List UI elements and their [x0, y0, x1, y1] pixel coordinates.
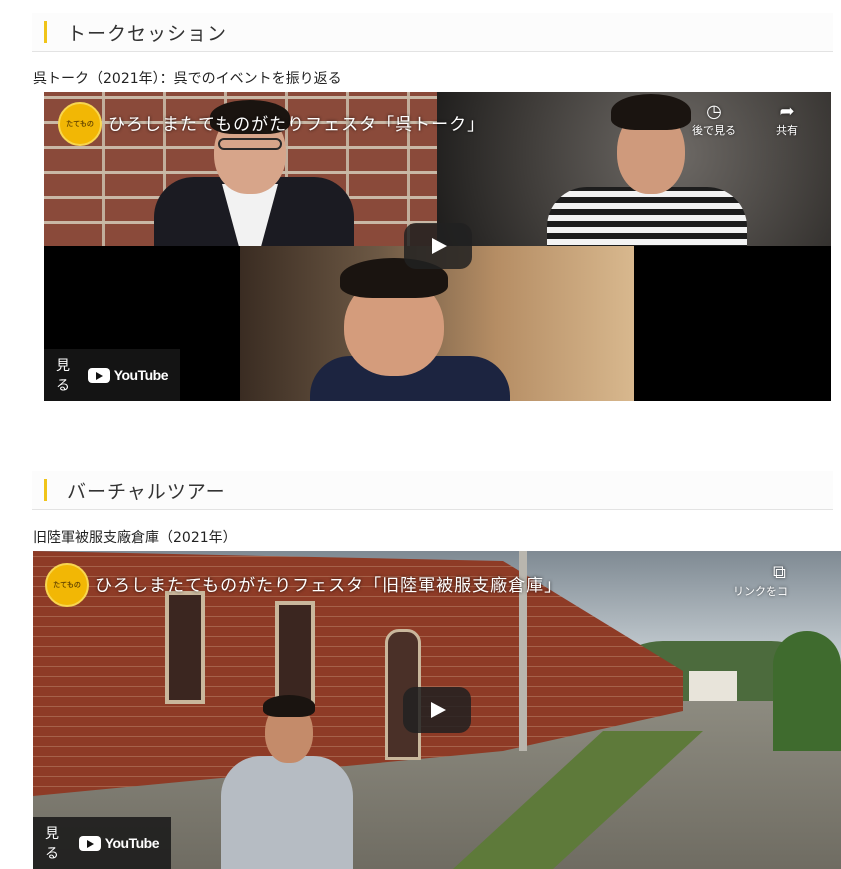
copy-link-button[interactable]: ⧉ リンクをコ: [733, 563, 841, 599]
copy-link-label: リンクをコ: [733, 585, 788, 598]
watch-later-label: 後で見る: [692, 124, 736, 137]
video-caption: 旧陸軍被服支廠倉庫（2021年）: [33, 530, 237, 546]
distant-building: [689, 671, 737, 701]
section-heading: トークセッション: [32, 13, 833, 52]
heading-accent-bar: [44, 21, 47, 43]
video-title[interactable]: ひろしまたてものがたりフェスタ「呉トーク」: [108, 110, 485, 135]
youtube-logo: YouTube: [78, 835, 160, 851]
youtube-wordmark: YouTube: [104, 835, 160, 851]
watch-label: 見る: [56, 358, 70, 394]
copy-icon: ⧉: [773, 562, 786, 583]
watch-on-youtube-button[interactable]: 見る YouTube: [44, 349, 180, 401]
play-button[interactable]: [403, 687, 471, 733]
participant-tile-3: [240, 246, 634, 401]
trees: [773, 631, 841, 751]
youtube-logo: YouTube: [87, 367, 169, 383]
presenter-hair: [263, 695, 315, 717]
section-heading: バーチャルツアー: [32, 471, 833, 510]
video-caption: 呉トーク（2021年）：呉でのイベントを振り返る: [33, 71, 342, 87]
play-button[interactable]: [404, 223, 472, 269]
window: [275, 601, 315, 704]
window: [165, 591, 205, 704]
share-arrow-icon: ➦: [779, 101, 795, 122]
channel-logo[interactable]: たてもの: [45, 563, 89, 607]
clock-icon: ◷: [706, 101, 722, 122]
watch-label: 見る: [45, 826, 59, 862]
section-title: バーチャルツアー: [67, 481, 226, 503]
video-title[interactable]: ひろしまたてものがたりフェスタ「旧陸軍被服支廠倉庫」: [95, 571, 562, 596]
youtube-embed-warehouse[interactable]: たてもの ひろしまたてものがたりフェスタ「旧陸軍被服支廠倉庫」 ⧉ リンクをコ …: [33, 551, 841, 869]
youtube-embed-kure-talk[interactable]: たてもの ひろしまたてものがたりフェスタ「呉トーク」 ◷ 後で見る ➦ 共有 見…: [44, 92, 831, 401]
empty-tile-right: [634, 246, 831, 401]
share-label: 共有: [776, 124, 798, 137]
watch-on-youtube-button[interactable]: 見る YouTube: [33, 817, 171, 869]
youtube-play-icon: [78, 835, 101, 851]
channel-logo[interactable]: たてもの: [58, 102, 102, 146]
youtube-wordmark: YouTube: [113, 367, 169, 383]
presenter: [221, 756, 353, 869]
section-title: トークセッション: [67, 23, 228, 45]
watch-later-button[interactable]: ◷ 後で見る: [684, 102, 744, 138]
youtube-play-icon: [87, 367, 110, 383]
share-button[interactable]: ➦ 共有: [762, 102, 812, 138]
heading-accent-bar: [44, 479, 47, 501]
